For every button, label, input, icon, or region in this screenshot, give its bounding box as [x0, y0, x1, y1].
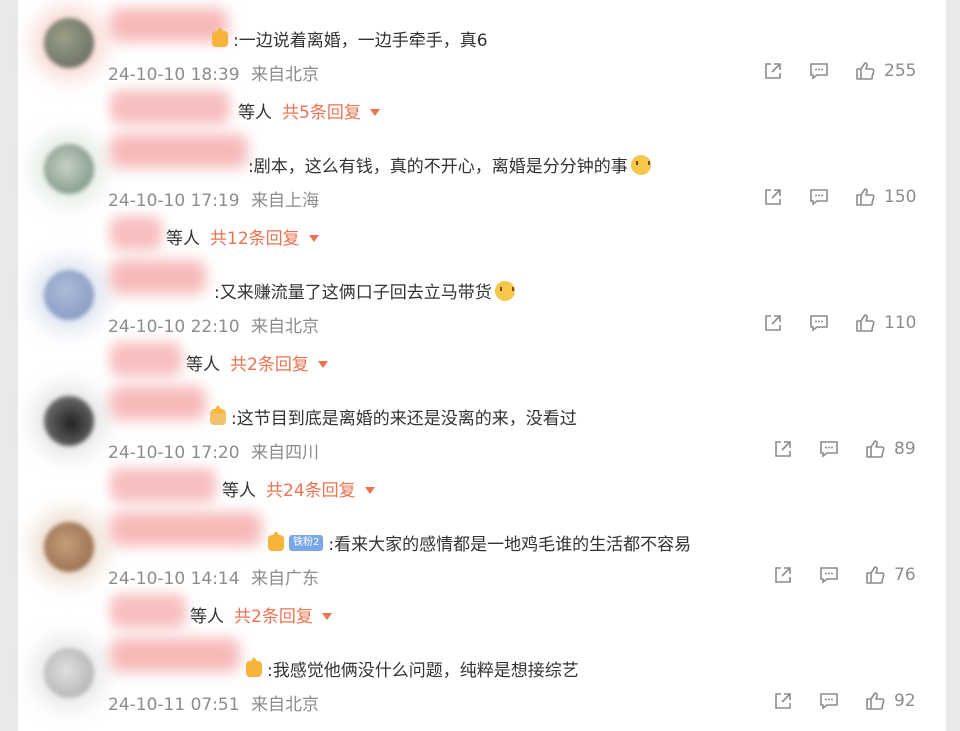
comment-text: :又来赚流量了这俩口子回去立马带货	[214, 283, 492, 303]
replies-link[interactable]: 共24条回复	[266, 476, 356, 501]
avatar[interactable]	[44, 144, 94, 194]
like-count: 150	[884, 187, 917, 207]
username-redacted[interactable]	[110, 512, 262, 546]
replies-suffix: 等人	[190, 607, 224, 627]
username-redacted[interactable]	[110, 8, 228, 42]
comment-location: 来自北京	[250, 65, 319, 85]
comment-item: :这节目到底是离婚的来还是没离的来，没看过 24-10-10 17:20 来自四…	[18, 378, 946, 504]
replies-link[interactable]: 共12条回复	[210, 224, 300, 249]
chevron-down-icon[interactable]	[308, 234, 319, 242]
share-icon[interactable]	[772, 438, 794, 460]
comment-text: :这节目到底是离婚的来还是没离的来，没看过	[231, 409, 577, 429]
comment-time: 24-10-10 22:10	[108, 317, 240, 337]
replies-link[interactable]: 共2条回复	[230, 350, 309, 375]
chevron-down-icon[interactable]	[317, 360, 328, 368]
comment-item: :又来赚流量了这俩口子回去立马带货 24-10-10 22:10 来自北京 11…	[18, 252, 946, 378]
comment-location: 来自上海	[250, 191, 319, 211]
chevron-down-icon[interactable]	[369, 108, 380, 116]
replies-row: 等人 共12条回复	[166, 224, 319, 249]
avatar[interactable]	[44, 270, 94, 320]
crown-icon	[246, 656, 262, 677]
comment-meta: 24-10-10 18:39 来自北京	[108, 60, 319, 85]
chevron-down-icon[interactable]	[364, 486, 375, 494]
comment-time: 24-10-10 17:20	[108, 443, 240, 463]
comment-meta: 24-10-10 17:20 来自四川	[108, 438, 319, 463]
avatar[interactable]	[44, 396, 94, 446]
replies-link[interactable]: 共2条回复	[234, 602, 313, 627]
like-icon[interactable]	[864, 564, 886, 586]
comment-icon[interactable]	[818, 690, 840, 712]
like-icon[interactable]	[854, 312, 876, 334]
replies-row: 等人 共5条回复	[238, 98, 380, 123]
comment-text: :我感觉他俩没什么问题，纯粹是想接综艺	[267, 661, 579, 681]
username-redacted[interactable]	[110, 638, 240, 672]
replies-link[interactable]: 共5条回复	[282, 98, 361, 123]
replies-row: 等人 共24条回复	[222, 476, 375, 501]
comment-location: 来自四川	[250, 443, 319, 463]
fan-badge: 铁粉2	[289, 534, 324, 551]
comment-location: 来自广东	[250, 569, 319, 589]
replier-redacted	[110, 468, 216, 502]
comment-text: :一边说着离婚，一边手牵手，真6	[233, 31, 488, 51]
replies-suffix: 等人	[238, 103, 272, 123]
replier-redacted	[110, 90, 230, 124]
comment-icon[interactable]	[818, 438, 840, 460]
comment-icon[interactable]	[808, 60, 830, 82]
like-count: 89	[894, 439, 916, 459]
comment-text: :看来大家的感情都是一地鸡毛谁的生活都不容易	[328, 535, 692, 555]
replies-suffix: 等人	[222, 481, 256, 501]
comment-item: :一边说着离婚，一边手牵手，真6 24-10-10 18:39 来自北京 255…	[18, 0, 946, 126]
comment-time: 24-10-10 18:39	[108, 65, 240, 85]
avatar[interactable]	[44, 18, 94, 68]
avatar[interactable]	[44, 648, 94, 698]
comment-icon[interactable]	[818, 564, 840, 586]
comment-location: 来自北京	[250, 317, 319, 337]
like-count: 76	[894, 565, 916, 585]
share-icon[interactable]	[762, 186, 784, 208]
like-icon[interactable]	[864, 438, 886, 460]
like-count: 92	[894, 691, 916, 711]
comment-item: :剧本，这么有钱，真的不开心，离婚是分分钟的事 24-10-10 17:19 来…	[18, 126, 946, 252]
comment-time: 24-10-11 07:51	[108, 695, 240, 715]
replier-redacted	[110, 594, 186, 628]
replier-redacted	[110, 216, 162, 250]
comment-location: 来自北京	[250, 695, 319, 715]
share-icon[interactable]	[772, 564, 794, 586]
share-icon[interactable]	[762, 60, 784, 82]
badge-icon	[210, 404, 226, 425]
comment-time: 24-10-10 14:14	[108, 569, 240, 589]
comment-meta: 24-10-10 14:14 来自广东	[108, 564, 319, 589]
smile-emoji-icon	[494, 280, 515, 301]
share-icon[interactable]	[772, 690, 794, 712]
comment-time: 24-10-10 17:19	[108, 191, 240, 211]
comment-icon[interactable]	[808, 312, 830, 334]
cat-emoji-icon	[630, 154, 651, 175]
comment-panel: :一边说着离婚，一边手牵手，真6 24-10-10 18:39 来自北京 255…	[18, 0, 946, 731]
comment-item: :我感觉他俩没什么问题，纯粹是想接综艺 24-10-11 07:51 来自北京 …	[18, 630, 946, 731]
replies-suffix: 等人	[186, 355, 220, 375]
avatar[interactable]	[44, 522, 94, 572]
chevron-down-icon[interactable]	[321, 612, 332, 620]
comment-meta: 24-10-10 17:19 来自上海	[108, 186, 319, 211]
username-redacted[interactable]	[110, 260, 206, 294]
comment-meta: 24-10-11 07:51 来自北京	[108, 690, 319, 715]
replies-suffix: 等人	[166, 229, 200, 249]
comment-icon[interactable]	[808, 186, 830, 208]
like-icon[interactable]	[854, 60, 876, 82]
share-icon[interactable]	[762, 312, 784, 334]
crown-icon	[268, 530, 284, 551]
replier-redacted	[110, 342, 182, 376]
replies-row: 等人 共2条回复	[190, 602, 332, 627]
replies-row: 等人 共2条回复	[186, 350, 328, 375]
like-icon[interactable]	[864, 690, 886, 712]
username-redacted[interactable]	[110, 134, 248, 168]
like-count: 110	[884, 313, 917, 333]
comment-text: :剧本，这么有钱，真的不开心，离婚是分分钟的事	[248, 157, 628, 177]
comment-meta: 24-10-10 22:10 来自北京	[108, 312, 319, 337]
like-count: 255	[884, 61, 917, 81]
comment-item: 铁粉2 :看来大家的感情都是一地鸡毛谁的生活都不容易 24-10-10 14:1…	[18, 504, 946, 630]
like-icon[interactable]	[854, 186, 876, 208]
username-redacted[interactable]	[110, 386, 206, 420]
crown-icon	[212, 26, 228, 47]
